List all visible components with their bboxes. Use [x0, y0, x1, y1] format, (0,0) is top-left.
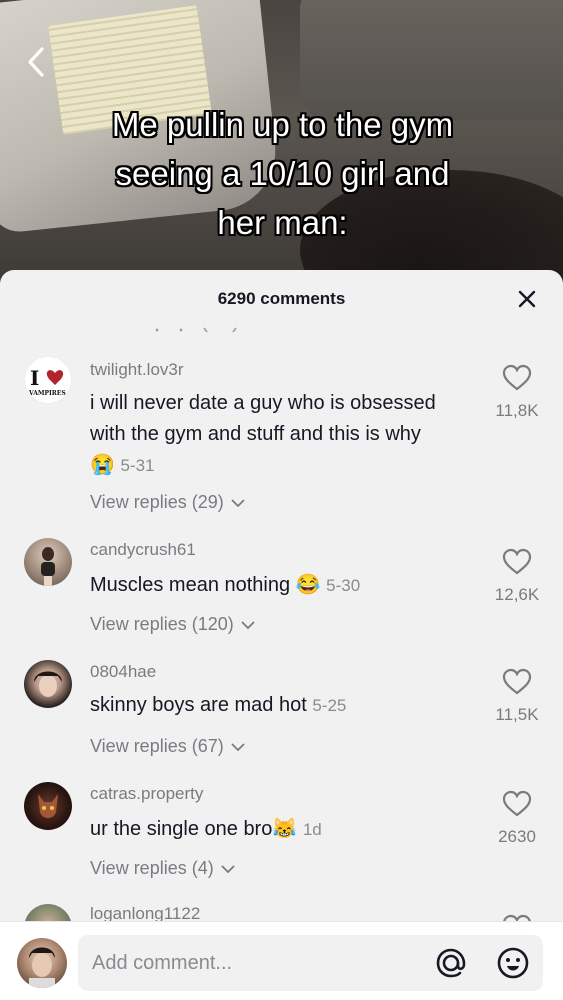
- comment-emoji: 😭: [90, 454, 115, 476]
- chevron-down-icon: [221, 864, 235, 873]
- comment-line: i will never date a guy who is obsessed: [90, 392, 436, 414]
- like-button[interactable]: 11,8K: [487, 364, 547, 421]
- view-replies-button[interactable]: View replies (29): [90, 492, 246, 513]
- back-button[interactable]: [18, 44, 54, 80]
- video-caption: Me pullin up to the gym seeing a 10/10 g…: [60, 100, 505, 247]
- caption-line: seeing a 10/10 girl and: [115, 155, 450, 192]
- emoji-icon: [497, 947, 529, 979]
- emoji-button[interactable]: [494, 944, 532, 982]
- avatar-letter: I: [30, 366, 39, 390]
- comment-input-bar: Add comment...: [0, 921, 563, 1000]
- heart-icon: [502, 668, 532, 695]
- like-count: 12,6K: [494, 585, 540, 604]
- avatar[interactable]: I VAMPIRES: [24, 356, 72, 404]
- comment-emoji: 😂: [295, 574, 321, 596]
- mention-button[interactable]: [432, 944, 470, 982]
- chevron-down-icon: [231, 498, 245, 507]
- comment-username[interactable]: catras.property: [90, 784, 203, 804]
- view-replies-button[interactable]: View replies (67): [90, 736, 246, 757]
- comment-item: I VAMPIRES twilight.lov3r i will never d…: [0, 352, 563, 522]
- comment-text: skinny boys are mad hot 5-25: [90, 690, 485, 721]
- at-icon: [436, 948, 466, 978]
- comment-body: ur the single one bro: [90, 818, 273, 840]
- view-replies-label: View replies (4): [90, 858, 214, 878]
- avatar-caption: VAMPIRES: [28, 390, 66, 397]
- my-avatar[interactable]: [17, 938, 67, 988]
- view-replies-label: View replies (67): [90, 736, 224, 756]
- chevron-down-icon: [231, 742, 245, 751]
- avatar[interactable]: [24, 538, 72, 586]
- back-icon: [28, 47, 44, 77]
- like-button[interactable]: 11,5K: [487, 668, 547, 725]
- caption-line: Me pullin up to the gym: [111, 106, 454, 143]
- comments-sheet: 6290 comments I VAMPIRES twilight.lov3r …: [0, 270, 563, 1000]
- view-replies-button[interactable]: View replies (4): [90, 858, 236, 879]
- comments-count-title: 6290 comments: [217, 289, 346, 308]
- comment-input-placeholder: Add comment...: [92, 951, 233, 974]
- like-count: 11,5K: [495, 705, 539, 724]
- heart-icon: [502, 548, 532, 575]
- scroll-artifact: [155, 327, 237, 333]
- like-button[interactable]: 12,6K: [487, 548, 547, 605]
- comment-body: skinny boys are mad hot: [90, 694, 307, 716]
- chevron-down-icon: [241, 620, 255, 629]
- like-count: 11,8K: [495, 401, 539, 420]
- view-replies-button[interactable]: View replies (120): [90, 614, 256, 635]
- comment-last-line: 😭 5-31: [90, 450, 485, 481]
- comment-item: 0804hae skinny boys are mad hot 5-25 Vie…: [0, 656, 563, 766]
- close-icon: [518, 290, 536, 308]
- comment-username[interactable]: twilight.lov3r: [90, 360, 184, 380]
- comment-date: 5-31: [120, 456, 155, 475]
- view-replies-label: View replies (120): [90, 614, 234, 634]
- like-count: 2630: [498, 827, 536, 846]
- comment-date: 5-30: [326, 576, 361, 595]
- comment-date: 1d: [302, 820, 322, 839]
- close-button[interactable]: [515, 287, 539, 311]
- comment-emoji: 😹: [272, 818, 298, 840]
- view-replies-label: View replies (29): [90, 492, 224, 512]
- comment-item: candycrush61 Muscles mean nothing 😂 5-30…: [0, 534, 563, 644]
- heart-logo: [46, 370, 64, 385]
- comment-text: Muscles mean nothing 😂 5-30: [90, 570, 485, 601]
- video-background: Me pullin up to the gym seeing a 10/10 g…: [0, 0, 563, 290]
- avatar[interactable]: [24, 782, 72, 830]
- comment-username[interactable]: 0804hae: [90, 662, 156, 682]
- like-button[interactable]: 2630: [487, 790, 547, 847]
- heart-icon: [502, 364, 532, 391]
- comment-text: i will never date a guy who is obsessed …: [90, 388, 485, 481]
- avatar[interactable]: [24, 660, 72, 708]
- comment-username[interactable]: candycrush61: [90, 540, 196, 560]
- caption-line: her man:: [217, 204, 348, 241]
- comment-date: 5-25: [312, 696, 347, 715]
- comment-input[interactable]: Add comment...: [78, 935, 543, 991]
- comment-item: catras.property ur the single one bro😹 1…: [0, 778, 563, 888]
- sheet-header: 6290 comments: [0, 270, 563, 328]
- comment-text: ur the single one bro😹 1d: [90, 814, 485, 845]
- comment-body: Muscles mean nothing: [90, 574, 291, 596]
- comment-line: with the gym and stuff and this is why: [90, 423, 421, 445]
- heart-icon: [502, 790, 532, 817]
